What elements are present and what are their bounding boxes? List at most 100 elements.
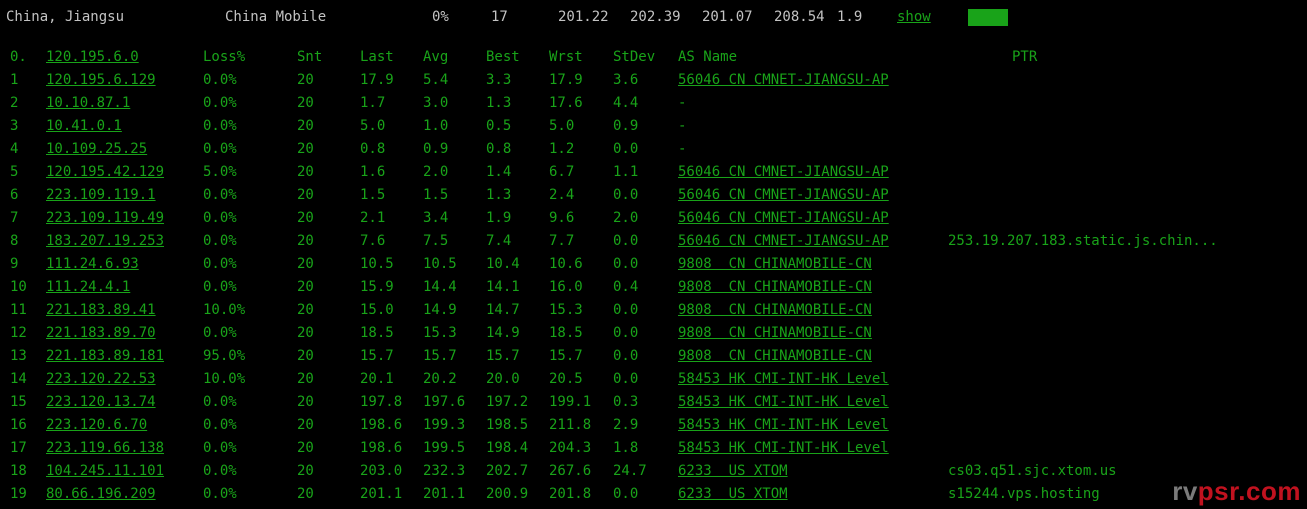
hop-stdev: 2.0 [613,207,638,230]
hop-last: 1.7 [360,92,385,115]
hop-index: 3 [10,115,18,138]
hop-asname[interactable]: 56046 CN CMNET-JIANGSU-AP [678,207,889,230]
hop-index: 16 [10,414,27,437]
hop-wrst: 201.8 [549,483,591,506]
hop-ptr: s15244.vps.hosting [948,483,1100,506]
hop-best: 0.5 [486,115,511,138]
hop-asname[interactable]: 58453 HK CMI-INT-HK Level [678,437,889,460]
hop-wrst: 1.2 [549,138,574,161]
hop-index: 17 [10,437,27,460]
hop-wrst: 17.9 [549,69,583,92]
hop-snt: 20 [297,483,314,506]
hop-best: 1.3 [486,184,511,207]
hop-avg: 232.3 [423,460,465,483]
hop-asname[interactable]: 9808 CN CHINAMOBILE-CN [678,276,872,299]
hop-host[interactable]: 111.24.4.1 [46,276,130,299]
hop-host[interactable]: 111.24.6.93 [46,253,139,276]
hop-host[interactable]: 104.245.11.101 [46,460,164,483]
hop-host[interactable]: 120.195.42.129 [46,161,164,184]
hop-index: 7 [10,207,18,230]
hop-wrst: 204.3 [549,437,591,460]
hop-host[interactable]: 10.10.87.1 [46,92,130,115]
header-stat-last: 201.22 [558,6,609,29]
hop-host[interactable]: 223.119.66.138 [46,437,164,460]
hop-best: 0.8 [486,138,511,161]
hop-host[interactable]: 223.120.6.70 [46,414,147,437]
hop-stdev: 4.4 [613,92,638,115]
hop-asname[interactable]: 6233 US XTOM [678,460,788,483]
hop-snt: 20 [297,437,314,460]
header-stat-loss: 0% [432,6,449,29]
hop-host[interactable]: 120.195.6.0 [46,46,139,69]
hop-asname[interactable]: 9808 CN CHINAMOBILE-CN [678,299,872,322]
hop-index: 19 [10,483,27,506]
hop-host[interactable]: 183.207.19.253 [46,230,164,253]
hop-best: 20.0 [486,368,520,391]
hop-loss: 0.0% [203,460,237,483]
hop-host[interactable]: 223.109.119.49 [46,207,164,230]
hop-loss: 0.0% [203,207,237,230]
hop-stdev: 0.0 [613,483,638,506]
hop-host[interactable]: 223.120.22.53 [46,368,156,391]
hop-asname[interactable]: 9808 CN CHINAMOBILE-CN [678,253,872,276]
hop-last: 198.6 [360,414,402,437]
hop-stdev: 0.9 [613,115,638,138]
hop-host[interactable]: 10.41.0.1 [46,115,122,138]
hop-stdev: 3.6 [613,69,638,92]
hop-snt: 20 [297,184,314,207]
show-link[interactable]: show [897,6,931,29]
hop-asname[interactable]: 56046 CN CMNET-JIANGSU-AP [678,230,889,253]
hop-avg: 3.0 [423,92,448,115]
hop-loss: 0.0% [203,391,237,414]
hop-index: 8 [10,230,18,253]
hop-asname[interactable]: 58453 HK CMI-INT-HK Level [678,414,889,437]
hop-best: 198.4 [486,437,528,460]
hop-asname[interactable]: 6233 US XTOM [678,483,788,506]
hop-loss: 0.0% [203,483,237,506]
hop-host[interactable]: 120.195.6.129 [46,69,156,92]
hop-index: 15 [10,391,27,414]
hop-asname[interactable]: 58453 HK CMI-INT-HK Level [678,391,889,414]
hop-asname[interactable]: 56046 CN CMNET-JIANGSU-AP [678,69,889,92]
hop-asname[interactable]: 58453 HK CMI-INT-HK Level [678,368,889,391]
header-stat-snt: 17 [491,6,508,29]
hop-asname[interactable]: 56046 CN CMNET-JIANGSU-AP [678,161,889,184]
hop-host[interactable]: 223.109.119.1 [46,184,156,207]
header-stat-wrst: 208.54 [774,6,825,29]
hop-avg: 1.0 [423,115,448,138]
hop-avg: 14.9 [423,299,457,322]
hop-host[interactable]: 221.183.89.181 [46,345,164,368]
hop-last: 7.6 [360,230,385,253]
hop-snt: 20 [297,161,314,184]
hop-avg: 5.4 [423,69,448,92]
hop-host[interactable]: 221.183.89.70 [46,322,156,345]
hop-index: 13 [10,345,27,368]
hop-loss: 0.0% [203,253,237,276]
watermark-part2: psr.com [1198,476,1301,506]
hop-best: 14.1 [486,276,520,299]
hop-avg: 20.2 [423,368,457,391]
hop-host[interactable]: 221.183.89.41 [46,299,156,322]
hop-wrst: 17.6 [549,92,583,115]
hop-index: 2 [10,92,18,115]
hop-loss: 0.0% [203,115,237,138]
hop-best: 15.7 [486,345,520,368]
hop-asname[interactable]: 56046 CN CMNET-JIANGSU-AP [678,184,889,207]
hop-host[interactable]: 80.66.196.209 [46,483,156,506]
hop-last: 1.6 [360,161,385,184]
hop-asname: - [678,92,686,115]
hop-best: 3.3 [486,69,511,92]
header-bar-icon [968,9,1008,26]
hop-index: 18 [10,460,27,483]
hop-host[interactable]: 223.120.13.74 [46,391,156,414]
hop-wrst: 267.6 [549,460,591,483]
hop-snt: 20 [297,138,314,161]
hop-loss: 0.0% [203,276,237,299]
hop-asname[interactable]: 9808 CN CHINAMOBILE-CN [678,345,872,368]
hop-asname[interactable]: 9808 CN CHINAMOBILE-CN [678,322,872,345]
hop-host[interactable]: 10.109.25.25 [46,138,147,161]
hop-best: 14.7 [486,299,520,322]
hop-ptr: 253.19.207.183.static.js.chin... [948,230,1218,253]
hop-avg: 199.3 [423,414,465,437]
hop-index: 9 [10,253,18,276]
